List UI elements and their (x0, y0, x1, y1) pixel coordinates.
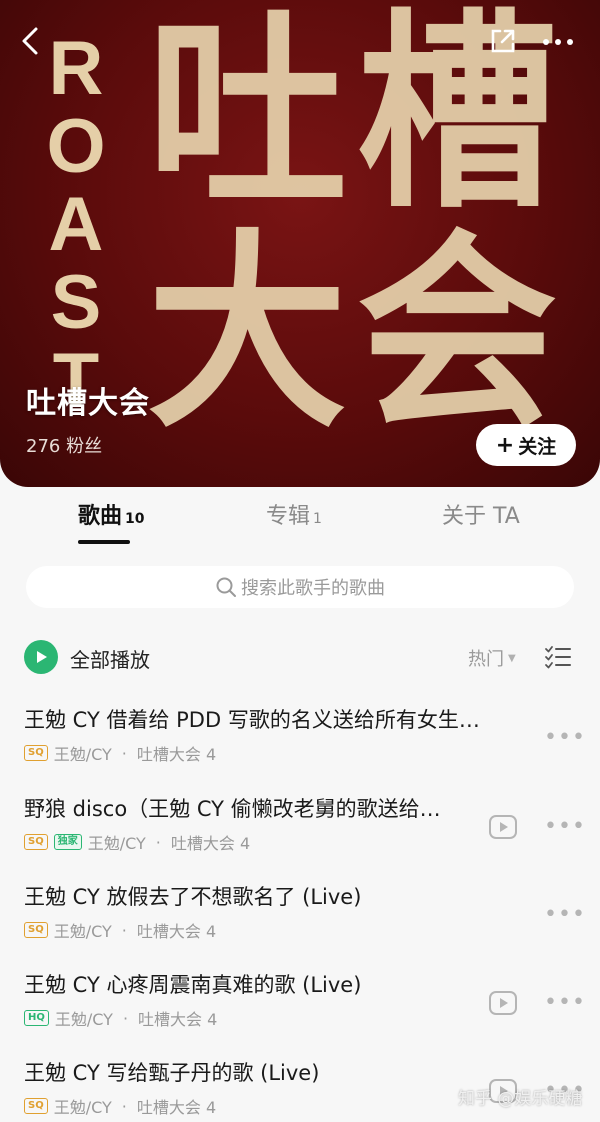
song-artist: 王勉/CY (53, 922, 112, 941)
song-title: 王勉 CY 借着给 PDD 写歌的名义送给所有女生… (24, 708, 480, 732)
song-row[interactable]: 王勉 CY 心疼周震南真难的歌 (Live) HQ 王勉/CY · 吐槽大会 4… (0, 970, 600, 1050)
separator-dot: · (122, 1008, 129, 1028)
roast-vertical-text: R O A S T (38, 30, 114, 420)
cover-char: 会 (356, 212, 557, 457)
cover-title-art: 吐 槽 大 会 (142, 4, 562, 445)
play-all-label[interactable]: 全部播放 (70, 644, 150, 673)
quality-badge: SQ (24, 1098, 48, 1114)
song-title: 王勉 CY 放假去了不想歌名了 (Live) (24, 885, 362, 909)
cover-char: 槽 (356, 0, 557, 237)
song-meta: SQ 王勉/CY · 吐槽大会 4 (24, 918, 216, 942)
tab-label: 专辑 (266, 504, 311, 529)
active-tab-indicator (78, 540, 130, 544)
multi-select-icon[interactable] (544, 644, 572, 674)
separator-dot: · (121, 920, 127, 940)
roast-letter: S (50, 260, 102, 345)
search-icon (216, 577, 236, 597)
mv-play-icon[interactable] (488, 990, 518, 1020)
tab-songs[interactable]: 歌曲 10 (78, 498, 145, 530)
more-icon[interactable] (540, 26, 576, 60)
fans-count: 276 粉丝 (26, 436, 103, 457)
song-album: 吐槽大会 4 (170, 834, 251, 853)
sort-label: 热门 (468, 649, 504, 670)
sort-dropdown[interactable]: 热门 ▼ (468, 645, 516, 671)
cover-char: 大 (146, 212, 347, 457)
quality-badge: SQ (24, 922, 48, 938)
more-dots-icon[interactable]: ••• (544, 814, 586, 839)
roast-letter: O (46, 104, 106, 189)
song-row[interactable]: 王勉 CY 放假去了不想歌名了 (Live) SQ 王勉/CY · 吐槽大会 4… (0, 882, 600, 962)
song-title: 野狼 disco（王勉 CY 偷懒改老舅的歌送给… (24, 797, 441, 821)
share-icon[interactable] (488, 26, 518, 60)
song-title: 王勉 CY 写给甄子丹的歌 (Live) (24, 1061, 320, 1085)
more-dots-icon[interactable]: ••• (544, 725, 586, 750)
separator-dot: · (155, 832, 161, 852)
song-meta: SQ 王勉/CY · 吐槽大会 4 (24, 741, 216, 765)
roast-letter: A (48, 182, 104, 267)
back-icon[interactable] (18, 26, 44, 60)
quality-badge: HQ (24, 1010, 49, 1026)
song-album: 吐槽大会 4 (138, 1010, 218, 1029)
roast-letter: R (48, 26, 104, 111)
quality-badge: SQ (24, 745, 48, 761)
more-dots-icon[interactable]: ••• (544, 902, 586, 927)
play-all-button[interactable] (24, 640, 58, 674)
watermark: 知乎 @娱乐硬糖 (458, 1089, 583, 1109)
cover-char: 吐 (146, 0, 347, 237)
caret-down-icon: ▼ (508, 652, 516, 664)
song-album: 吐槽大会 4 (136, 745, 217, 764)
play-all-row: 全部播放 热门 ▼ (24, 640, 576, 676)
search-input[interactable]: 搜索此歌手的歌曲 (26, 566, 574, 608)
tab-albums[interactable]: 专辑 1 (266, 498, 322, 530)
tab-label: 关于 TA (442, 504, 520, 529)
song-title: 王勉 CY 心疼周震南真难的歌 (Live) (24, 973, 362, 997)
song-meta: SQ 独家 王勉/CY · 吐槽大会 4 (24, 830, 250, 854)
song-artist: 王勉/CY (53, 745, 112, 764)
tab-about[interactable]: 关于 TA (442, 498, 520, 530)
search-placeholder: 搜索此歌手的歌曲 (241, 578, 385, 599)
artist-header: R O A S T 吐 槽 大 会 吐槽大会 276 粉丝 + 关注 (0, 0, 600, 487)
tab-count: 10 (125, 511, 145, 527)
play-icon (37, 651, 47, 663)
song-row[interactable]: 野狼 disco（王勉 CY 偷懒改老舅的歌送给… SQ 独家 王勉/CY · … (0, 794, 600, 874)
song-artist: 王勉/CY (53, 1098, 112, 1117)
song-meta: SQ 王勉/CY · 吐槽大会 4 (24, 1094, 216, 1118)
tab-label: 歌曲 (78, 504, 123, 529)
exclusive-badge: 独家 (53, 834, 82, 850)
separator-dot: · (121, 743, 127, 763)
more-dots-icon[interactable]: ••• (544, 990, 586, 1015)
plus-icon: + (495, 432, 515, 458)
song-artist: 王勉/CY (87, 834, 146, 853)
song-meta: HQ 王勉/CY · 吐槽大会 4 (24, 1006, 217, 1030)
quality-badge: SQ (24, 834, 48, 850)
song-album: 吐槽大会 4 (136, 922, 217, 941)
separator-dot: · (121, 1096, 127, 1116)
artist-name: 吐槽大会 (26, 386, 150, 421)
tab-count: 1 (313, 511, 322, 527)
song-artist: 王勉/CY (54, 1010, 113, 1029)
song-row[interactable]: 王勉 CY 借着给 PDD 写歌的名义送给所有女生… SQ 王勉/CY · 吐槽… (0, 705, 600, 785)
mv-play-icon[interactable] (488, 814, 518, 844)
follow-button[interactable]: + 关注 (476, 424, 576, 466)
follow-label: 关注 (518, 435, 557, 458)
song-album: 吐槽大会 4 (136, 1098, 217, 1117)
